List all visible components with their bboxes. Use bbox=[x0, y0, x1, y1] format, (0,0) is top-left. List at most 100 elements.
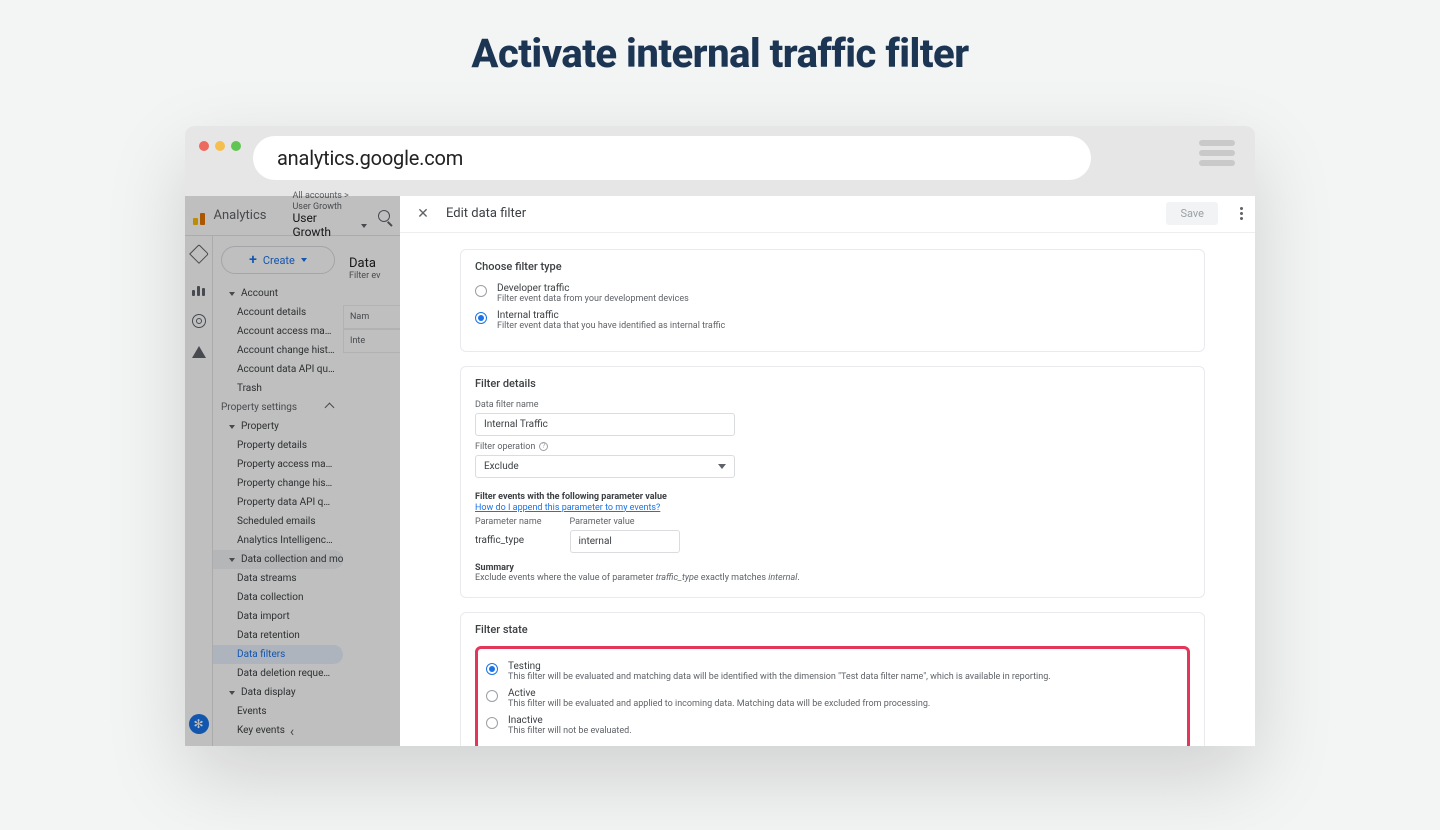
close-panel-button[interactable]: ✕ bbox=[412, 203, 434, 225]
caret-down-icon bbox=[229, 558, 235, 562]
option-desc: This filter will be evaluated and matchi… bbox=[508, 672, 1051, 682]
summary-label: Summary bbox=[475, 563, 1190, 573]
nav-item[interactable]: Account details bbox=[213, 303, 343, 322]
page-title: Activate internal traffic filter bbox=[0, 30, 1440, 77]
search-button[interactable] bbox=[375, 204, 392, 228]
admin-gear-icon[interactable]: ✻ bbox=[189, 714, 209, 734]
close-window-icon[interactable] bbox=[199, 141, 209, 151]
maximize-window-icon[interactable] bbox=[231, 141, 241, 151]
chevron-down-icon bbox=[301, 258, 307, 262]
nav-section-account[interactable]: Account bbox=[213, 284, 343, 303]
nav-item-data-filters[interactable]: Data filters bbox=[213, 645, 343, 664]
nav-section-property[interactable]: Property bbox=[213, 417, 343, 436]
page-content-behind: Data Filter ev Nam Inte bbox=[343, 236, 400, 746]
nav-item[interactable]: Property details bbox=[213, 436, 343, 455]
radio-icon bbox=[475, 312, 487, 324]
window-controls bbox=[199, 141, 241, 151]
nav-item[interactable]: Data deletion requests bbox=[213, 664, 343, 683]
field-label: Parameter value bbox=[570, 517, 680, 527]
field-label: Filter operation ? bbox=[475, 442, 1190, 452]
option-title: Testing bbox=[508, 661, 1051, 672]
edit-filter-panel: ✕ Edit data filter Save Choose filter ty… bbox=[400, 196, 1255, 746]
property-selector[interactable]: All accounts > User Growth User Growth bbox=[292, 191, 367, 239]
search-icon bbox=[378, 210, 390, 222]
nav-item[interactable]: Data import bbox=[213, 607, 343, 626]
filter-name-input[interactable]: Internal Traffic bbox=[475, 413, 735, 436]
nav-item[interactable]: Analytics Intelligence sear… bbox=[213, 531, 343, 550]
option-title: Developer traffic bbox=[497, 283, 689, 294]
browser-window: analytics.google.com Analytics All accou… bbox=[185, 126, 1255, 746]
nav-item[interactable]: Property access managem… bbox=[213, 455, 343, 474]
option-desc: Filter event data from your development … bbox=[497, 294, 689, 304]
create-label: Create bbox=[263, 254, 295, 267]
chevron-down-icon bbox=[361, 224, 367, 228]
create-button[interactable]: + Create bbox=[221, 246, 335, 274]
filter-type-option-internal[interactable]: Internal traffic Filter event data that … bbox=[475, 310, 1190, 331]
option-title: Active bbox=[508, 688, 930, 699]
app: Analytics All accounts > User Growth Use… bbox=[185, 196, 1255, 746]
radio-icon bbox=[486, 690, 498, 702]
nav-item[interactable]: Account data API quota his… bbox=[213, 360, 343, 379]
filter-state-card: Filter state Testing This filter will be… bbox=[460, 612, 1205, 746]
card-heading: Filter state bbox=[475, 623, 1190, 636]
home-icon[interactable] bbox=[191, 246, 207, 262]
plus-icon: + bbox=[249, 252, 257, 268]
hamburger-menu-icon[interactable] bbox=[1199, 140, 1235, 166]
parameter-name-value: traffic_type bbox=[475, 530, 542, 546]
field-label: Parameter name bbox=[475, 517, 542, 527]
summary-text: Exclude events where the value of parame… bbox=[475, 573, 1190, 583]
reports-icon[interactable] bbox=[191, 280, 207, 296]
chevron-up-icon bbox=[325, 403, 335, 413]
parameter-value-input[interactable]: internal bbox=[570, 530, 680, 553]
help-icon[interactable]: ? bbox=[539, 442, 548, 451]
filter-state-option-testing[interactable]: Testing This filter will be evaluated an… bbox=[486, 661, 1179, 682]
chevron-down-icon bbox=[718, 464, 726, 469]
analytics-logo-icon bbox=[193, 207, 205, 225]
nav-item[interactable]: Account change history bbox=[213, 341, 343, 360]
sidebar-area: Analytics All accounts > User Growth Use… bbox=[185, 196, 400, 746]
filter-state-option-inactive[interactable]: Inactive This filter will not be evaluat… bbox=[486, 715, 1179, 736]
url-bar[interactable]: analytics.google.com bbox=[253, 136, 1091, 180]
panel-body: Choose filter type Developer traffic Fil… bbox=[400, 233, 1255, 746]
nav-item[interactable]: Property change history bbox=[213, 474, 343, 493]
filter-state-highlight: Testing This filter will be evaluated an… bbox=[475, 646, 1190, 746]
save-button[interactable]: Save bbox=[1166, 202, 1218, 225]
nav-item[interactable]: Account access managem… bbox=[213, 322, 343, 341]
nav-item[interactable]: Data retention bbox=[213, 626, 343, 645]
card-heading: Filter details bbox=[475, 377, 1190, 390]
nav-rail: ✻ bbox=[185, 236, 213, 746]
browser-chrome: analytics.google.com bbox=[185, 126, 1255, 196]
table-cell: Inte bbox=[343, 329, 400, 353]
admin-nav: + Create Account Account details Account… bbox=[213, 236, 343, 746]
explore-icon[interactable] bbox=[192, 314, 206, 328]
more-menu-icon[interactable] bbox=[1240, 207, 1243, 220]
filter-type-option-developer[interactable]: Developer traffic Filter event data from… bbox=[475, 283, 1190, 304]
nav-item[interactable]: Scheduled emails bbox=[213, 512, 343, 531]
parameter-heading: Filter events with the following paramet… bbox=[475, 492, 1190, 502]
filter-state-option-active[interactable]: Active This filter will be evaluated and… bbox=[486, 688, 1179, 709]
nav-item[interactable]: Data collection bbox=[213, 588, 343, 607]
nav-section-property-settings[interactable]: Property settings bbox=[213, 398, 343, 417]
nav-section-data-display[interactable]: Data display bbox=[213, 683, 343, 702]
radio-icon bbox=[486, 663, 498, 675]
parameter-value-column: Parameter value internal bbox=[570, 517, 680, 553]
nav-item[interactable]: Trash bbox=[213, 379, 343, 398]
advertising-icon[interactable] bbox=[192, 346, 206, 358]
radio-icon bbox=[486, 717, 498, 729]
option-title: Internal traffic bbox=[497, 310, 725, 321]
nav-item[interactable]: Property data API quota his… bbox=[213, 493, 343, 512]
nav-item[interactable]: Data streams bbox=[213, 569, 343, 588]
panel-title: Edit data filter bbox=[446, 206, 526, 221]
nav-section-data-collection[interactable]: Data collection and modifica… bbox=[213, 550, 343, 569]
caret-down-icon bbox=[229, 425, 235, 429]
collapse-sidebar-icon[interactable]: ‹ bbox=[213, 724, 343, 740]
filter-type-card: Choose filter type Developer traffic Fil… bbox=[460, 249, 1205, 352]
help-link[interactable]: How do I append this parameter to my eve… bbox=[475, 503, 660, 513]
minimize-window-icon[interactable] bbox=[215, 141, 225, 151]
option-desc: Filter event data that you have identifi… bbox=[497, 321, 725, 331]
filter-details-card: Filter details Data filter name Internal… bbox=[460, 366, 1205, 598]
nav-item[interactable]: Events bbox=[213, 702, 343, 721]
select-value: Exclude bbox=[484, 461, 519, 472]
table-header: Nam bbox=[343, 305, 400, 329]
filter-operation-select[interactable]: Exclude bbox=[475, 455, 735, 478]
